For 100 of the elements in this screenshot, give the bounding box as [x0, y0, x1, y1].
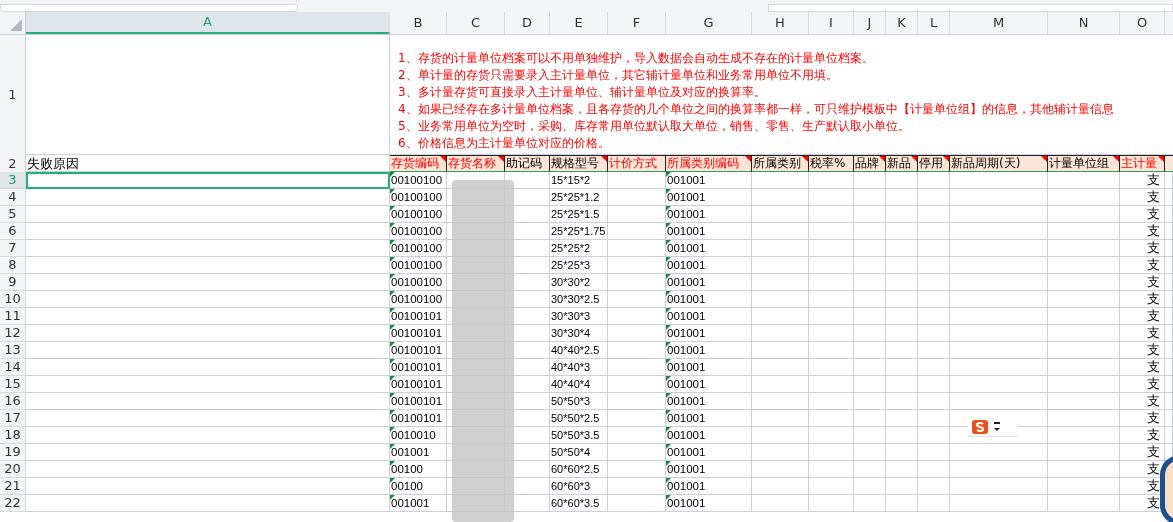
- table-cell: 001001: [666, 291, 752, 308]
- row-header[interactable]: 1: [0, 35, 26, 155]
- row-header[interactable]: 16: [0, 393, 26, 410]
- table-cell[interactable]: [26, 291, 390, 308]
- table-cell: [886, 291, 918, 308]
- table-cell[interactable]: [26, 223, 390, 240]
- table-cell: [752, 478, 809, 495]
- table-cell: [608, 359, 666, 376]
- table-cell: [854, 274, 886, 291]
- row-header[interactable]: 21: [0, 478, 26, 495]
- table-cell: [1048, 274, 1120, 291]
- table-cell: [752, 189, 809, 206]
- table-cell: [886, 308, 918, 325]
- table-cell: [918, 478, 950, 495]
- row-header[interactable]: 19: [0, 444, 26, 461]
- table-cell: 001001: [666, 172, 752, 189]
- column-header[interactable]: G: [666, 12, 752, 34]
- column-header[interactable]: C: [447, 12, 505, 34]
- field-header-cell: 规格型号: [550, 155, 608, 172]
- table-cell: 0010010: [390, 427, 447, 444]
- table-cell: [809, 478, 854, 495]
- table-cell: [809, 393, 854, 410]
- table-cell: 00100100: [390, 291, 447, 308]
- table-cell: [608, 427, 666, 444]
- column-header[interactable]: K: [886, 12, 918, 34]
- table-cell: [752, 223, 809, 240]
- table-cell[interactable]: [26, 257, 390, 274]
- table-cell[interactable]: [26, 495, 390, 512]
- column-header[interactable]: J: [854, 12, 886, 34]
- table-cell: [752, 206, 809, 223]
- row-header[interactable]: 4: [0, 189, 26, 206]
- row-header[interactable]: 8: [0, 257, 26, 274]
- note-line: 5、业务常用单位为空时，采购、库存常用单位默认取大单位，销售、零售、生产默认取小单位。: [398, 118, 911, 135]
- table-cell: 00100101: [390, 410, 447, 427]
- table-cell: [886, 206, 918, 223]
- column-header[interactable]: L: [918, 12, 950, 34]
- table-cell[interactable]: [26, 308, 390, 325]
- column-header[interactable]: O: [1120, 12, 1165, 34]
- name-box[interactable]: [0, 4, 298, 12]
- row-header[interactable]: 5: [0, 206, 26, 223]
- table-cell: [886, 257, 918, 274]
- row-header[interactable]: 20: [0, 461, 26, 478]
- row-header[interactable]: 14: [0, 359, 26, 376]
- table-cell: 001001: [666, 206, 752, 223]
- row-header[interactable]: 11: [0, 308, 26, 325]
- table-cell: [854, 257, 886, 274]
- column-header[interactable]: D: [505, 12, 550, 34]
- table-cell: [854, 359, 886, 376]
- table-cell: [886, 223, 918, 240]
- row-header[interactable]: 6: [0, 223, 26, 240]
- table-cell[interactable]: [26, 461, 390, 478]
- table-cell[interactable]: [26, 325, 390, 342]
- column-header[interactable]: B: [390, 12, 447, 34]
- table-cell[interactable]: [26, 172, 390, 189]
- table-cell[interactable]: [26, 206, 390, 223]
- column-header[interactable]: F: [608, 12, 666, 34]
- table-cell[interactable]: [26, 410, 390, 427]
- table-cell: [809, 189, 854, 206]
- column-header[interactable]: H: [752, 12, 809, 34]
- row-header[interactable]: 13: [0, 342, 26, 359]
- table-cell: [608, 206, 666, 223]
- row-header[interactable]: 9: [0, 274, 26, 291]
- table-cell[interactable]: [26, 240, 390, 257]
- table-cell: [1048, 444, 1120, 461]
- column-header[interactable]: N: [1048, 12, 1120, 34]
- field-header-cell: 新品周期(天): [950, 155, 1048, 172]
- table-cell[interactable]: [26, 359, 390, 376]
- row-header[interactable]: 17: [0, 410, 26, 427]
- table-cell[interactable]: [26, 478, 390, 495]
- table-cell: [608, 410, 666, 427]
- table-cell[interactable]: [26, 274, 390, 291]
- row-header[interactable]: 12: [0, 325, 26, 342]
- table-cell: 50*50*3: [550, 393, 608, 410]
- formula-bar[interactable]: [768, 4, 1173, 12]
- row-header[interactable]: 2: [0, 155, 26, 172]
- dropdown-caret-icon[interactable]: [994, 421, 1000, 432]
- table-cell: [809, 240, 854, 257]
- table-cell: [1048, 495, 1120, 512]
- column-header[interactable]: E: [550, 12, 608, 34]
- table-cell: [809, 461, 854, 478]
- row-header[interactable]: 7: [0, 240, 26, 257]
- row-header[interactable]: 15: [0, 376, 26, 393]
- table-cell[interactable]: [26, 376, 390, 393]
- table-cell: 支: [1120, 342, 1165, 359]
- row-header[interactable]: 10: [0, 291, 26, 308]
- row-header[interactable]: 22: [0, 495, 26, 512]
- table-cell[interactable]: [26, 444, 390, 461]
- table-cell[interactable]: [26, 393, 390, 410]
- table-cell[interactable]: [26, 342, 390, 359]
- table-cell: [809, 410, 854, 427]
- ime-logo-icon: [972, 419, 988, 434]
- table-cell[interactable]: [26, 189, 390, 206]
- table-cell: [918, 172, 950, 189]
- table-cell: [752, 393, 809, 410]
- column-header[interactable]: I: [809, 12, 854, 34]
- table-cell: 支: [1120, 206, 1165, 223]
- table-cell[interactable]: [26, 427, 390, 444]
- row-header[interactable]: 18: [0, 427, 26, 444]
- column-header[interactable]: M: [950, 12, 1048, 34]
- table-cell: 失败原因: [26, 155, 390, 172]
